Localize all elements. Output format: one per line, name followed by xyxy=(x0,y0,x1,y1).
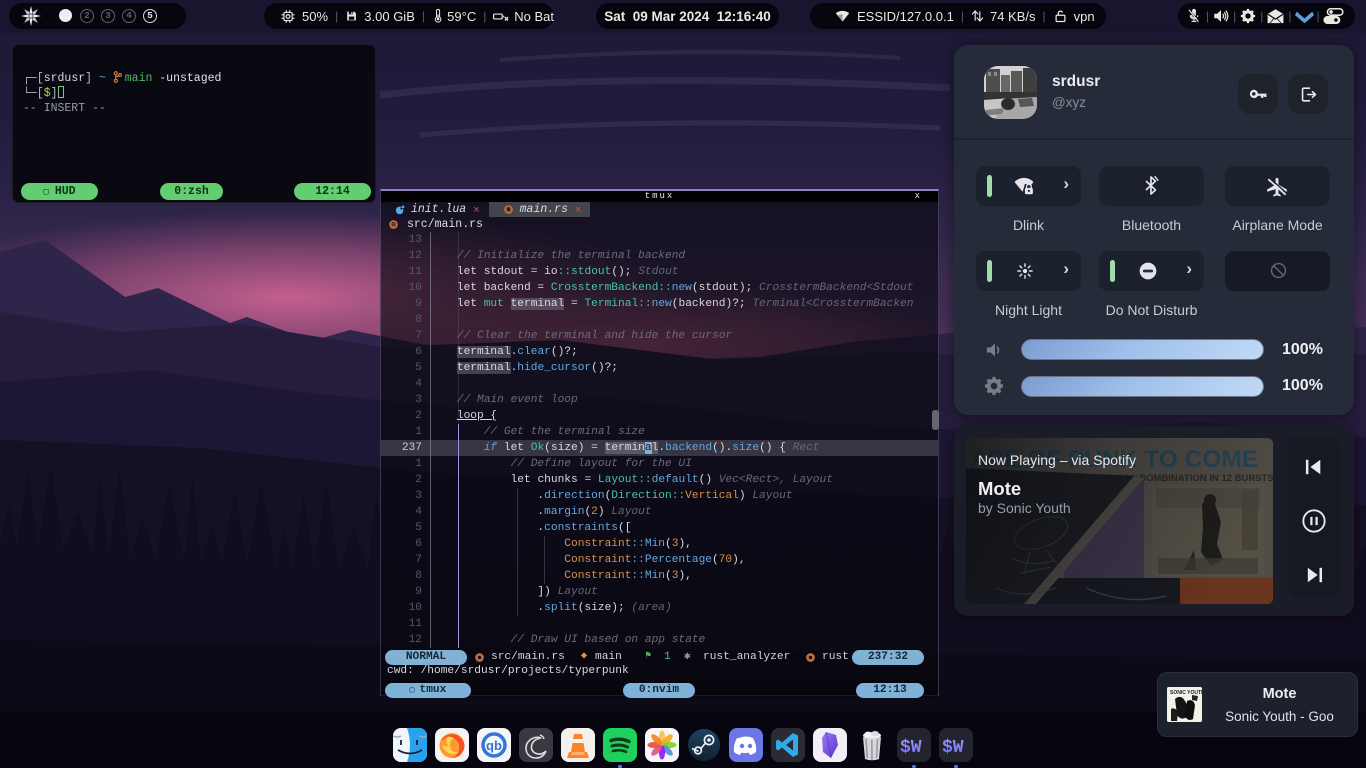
svg-text:SONIC YOUTH: SONIC YOUTH xyxy=(1170,690,1202,696)
svg-text:$W: $W xyxy=(900,738,922,758)
svg-text:qb: qb xyxy=(486,738,502,753)
svg-text:$W: $W xyxy=(942,738,964,758)
